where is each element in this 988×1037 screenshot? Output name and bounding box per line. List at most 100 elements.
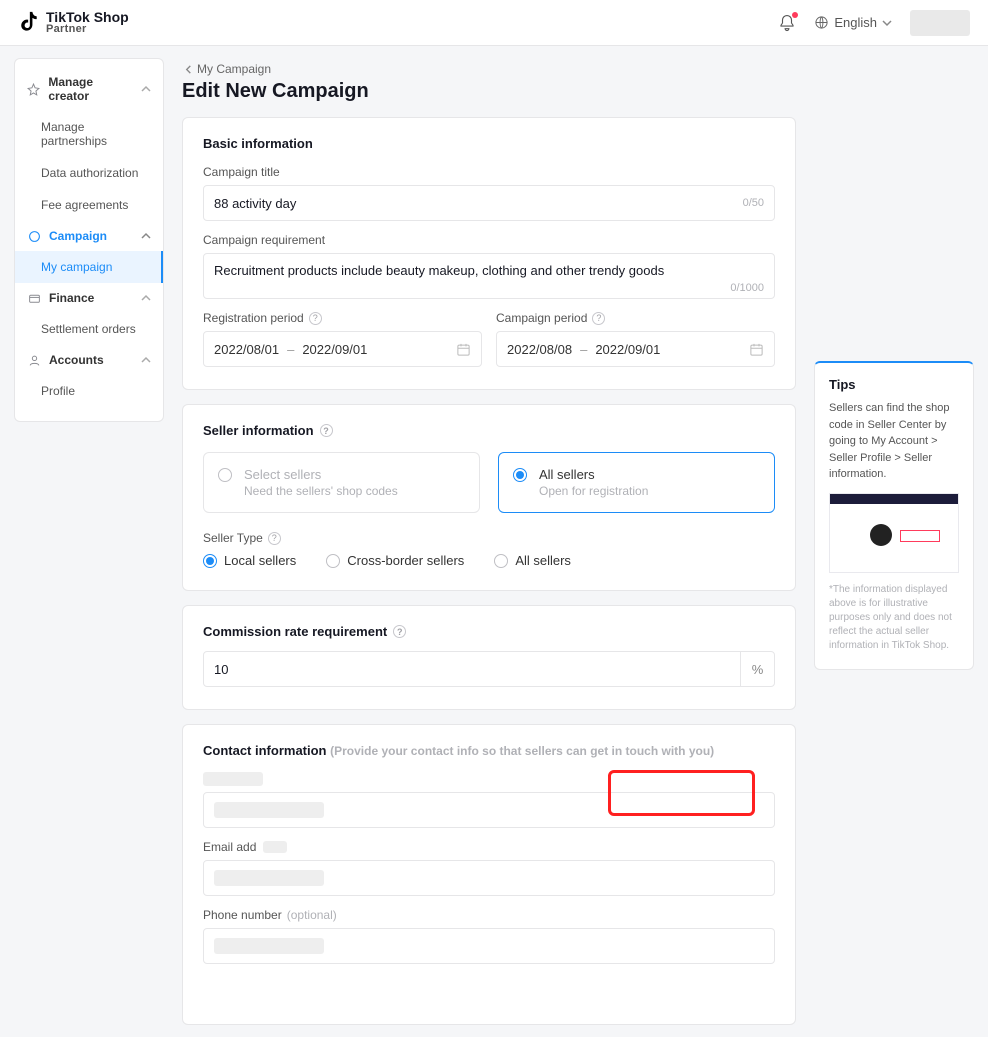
- breadcrumb[interactable]: My Campaign: [184, 62, 974, 76]
- section-title: Contact information (Provide your contac…: [203, 743, 775, 758]
- input-value: Recruitment products include beauty make…: [214, 263, 664, 278]
- radio-icon: [203, 554, 217, 568]
- choice-title: Select sellers: [244, 467, 398, 482]
- char-counter: 0/50: [743, 197, 764, 209]
- sidebar-section-label: Finance: [49, 291, 94, 305]
- info-icon[interactable]: ?: [268, 532, 281, 545]
- sidebar-section-label: Manage creator: [48, 75, 133, 103]
- section-title: Basic information: [203, 136, 775, 151]
- tips-footnote: *The information displayed above is for …: [829, 583, 959, 653]
- choice-subtitle: Need the sellers' shop codes: [244, 484, 398, 498]
- date-from: 2022/08/01: [214, 342, 279, 357]
- card-contact-information: Contact information (Provide your contac…: [182, 724, 796, 1025]
- sidebar-section-campaign[interactable]: Campaign: [15, 221, 163, 251]
- app-header: TikTok Shop Partner English: [0, 0, 988, 46]
- radio-all-sellers[interactable]: All sellers: [494, 553, 571, 568]
- choice-title: All sellers: [539, 467, 648, 482]
- section-hint: (Provide your contact info so that selle…: [330, 744, 714, 758]
- sidebar-item-fee-agreements[interactable]: Fee agreements: [15, 189, 163, 221]
- sidebar-section-label: Accounts: [49, 353, 104, 367]
- section-title: Seller information ?: [203, 423, 775, 438]
- sidebar-item-data-authorization[interactable]: Data authorization: [15, 157, 163, 189]
- star-icon: [27, 82, 40, 96]
- chevron-left-icon: [184, 65, 193, 74]
- tips-screenshot: [829, 493, 959, 573]
- info-icon[interactable]: ?: [320, 424, 333, 437]
- label-seller-type: Seller Type ?: [203, 531, 775, 545]
- value-redacted: [214, 938, 324, 954]
- input-commission-rate[interactable]: 10 %: [203, 651, 775, 687]
- date-to: 2022/09/01: [302, 342, 367, 357]
- chevron-up-icon: [141, 293, 151, 303]
- chevron-down-icon: [882, 18, 892, 28]
- page-title: Edit New Campaign: [182, 80, 974, 103]
- input-campaign-requirement[interactable]: Recruitment products include beauty make…: [203, 253, 775, 299]
- brand-logo: TikTok Shop Partner: [18, 10, 129, 35]
- brand-line1: TikTok Shop: [46, 10, 129, 24]
- card-commission: Commission rate requirement ? 10 %: [182, 605, 796, 710]
- info-icon[interactable]: ?: [393, 625, 406, 638]
- sidebar: Manage creator Manage partnerships Data …: [14, 58, 164, 422]
- brand-line2: Partner: [46, 24, 129, 35]
- sidebar-section-accounts[interactable]: Accounts: [15, 345, 163, 375]
- calendar-icon: [456, 342, 471, 357]
- sidebar-item-manage-partnerships[interactable]: Manage partnerships: [15, 111, 163, 157]
- radio-icon: [218, 468, 232, 482]
- info-icon[interactable]: ?: [309, 312, 322, 325]
- label-email: Email add: [203, 840, 775, 854]
- account-avatar[interactable]: [910, 10, 970, 36]
- sidebar-section-finance[interactable]: Finance: [15, 283, 163, 313]
- globe-icon: [814, 15, 829, 30]
- sidebar-section-label: Campaign: [49, 229, 107, 243]
- language-label: English: [834, 15, 877, 30]
- sidebar-section-manage-creator[interactable]: Manage creator: [15, 67, 163, 111]
- chevron-up-icon: [141, 231, 151, 241]
- sidebar-item-my-campaign[interactable]: My campaign: [15, 251, 163, 283]
- radio-icon: [513, 468, 527, 482]
- date-from: 2022/08/08: [507, 342, 572, 357]
- breadcrumb-label: My Campaign: [197, 62, 271, 76]
- input-contact-1[interactable]: [203, 792, 775, 828]
- date-separator: –: [580, 342, 587, 357]
- info-icon[interactable]: ?: [592, 312, 605, 325]
- language-switcher[interactable]: English: [814, 15, 892, 30]
- choice-select-sellers[interactable]: Select sellers Need the sellers' shop co…: [203, 452, 480, 513]
- section-title: Commission rate requirement ?: [203, 624, 775, 639]
- tips-body: Sellers can find the shop code in Seller…: [829, 400, 959, 483]
- label-campaign-period: Campaign period ?: [496, 311, 775, 325]
- label-phone: Phone number (optional): [203, 908, 775, 922]
- input-campaign-title[interactable]: 88 activity day 0/50: [203, 185, 775, 221]
- sidebar-item-profile[interactable]: Profile: [15, 375, 163, 407]
- sidebar-item-settlement-orders[interactable]: Settlement orders: [15, 313, 163, 345]
- choice-all-sellers[interactable]: All sellers Open for registration: [498, 452, 775, 513]
- label-campaign-title: Campaign title: [203, 165, 775, 179]
- notifications-button[interactable]: [778, 14, 796, 32]
- radio-icon: [326, 554, 340, 568]
- value-redacted: [214, 870, 324, 886]
- label-registration-period: Registration period ?: [203, 311, 482, 325]
- input-value: 88 activity day: [214, 196, 296, 211]
- choice-subtitle: Open for registration: [539, 484, 648, 498]
- tiktok-icon: [18, 11, 40, 35]
- input-value: 10: [214, 662, 740, 677]
- wallet-icon: [27, 291, 41, 305]
- date-to: 2022/09/01: [595, 342, 660, 357]
- tips-title: Tips: [829, 377, 959, 392]
- value-redacted: [214, 802, 324, 818]
- radio-local-sellers[interactable]: Local sellers: [203, 553, 296, 568]
- calendar-icon: [749, 342, 764, 357]
- card-basic-information: Basic information Campaign title 88 acti…: [182, 117, 796, 390]
- radio-cross-border-sellers[interactable]: Cross-border sellers: [326, 553, 464, 568]
- chevron-up-icon: [141, 355, 151, 365]
- notification-dot: [792, 12, 798, 18]
- input-registration-period[interactable]: 2022/08/01 – 2022/09/01: [203, 331, 482, 367]
- card-seller-information: Seller information ? Select sellers Need…: [182, 404, 796, 591]
- input-email[interactable]: [203, 860, 775, 896]
- chevron-up-icon: [141, 84, 151, 94]
- percent-unit: %: [740, 652, 774, 686]
- label-redacted: [203, 772, 263, 786]
- char-counter: 0/1000: [730, 282, 764, 294]
- user-icon: [27, 353, 41, 367]
- input-phone[interactable]: [203, 928, 775, 964]
- input-campaign-period[interactable]: 2022/08/08 – 2022/09/01: [496, 331, 775, 367]
